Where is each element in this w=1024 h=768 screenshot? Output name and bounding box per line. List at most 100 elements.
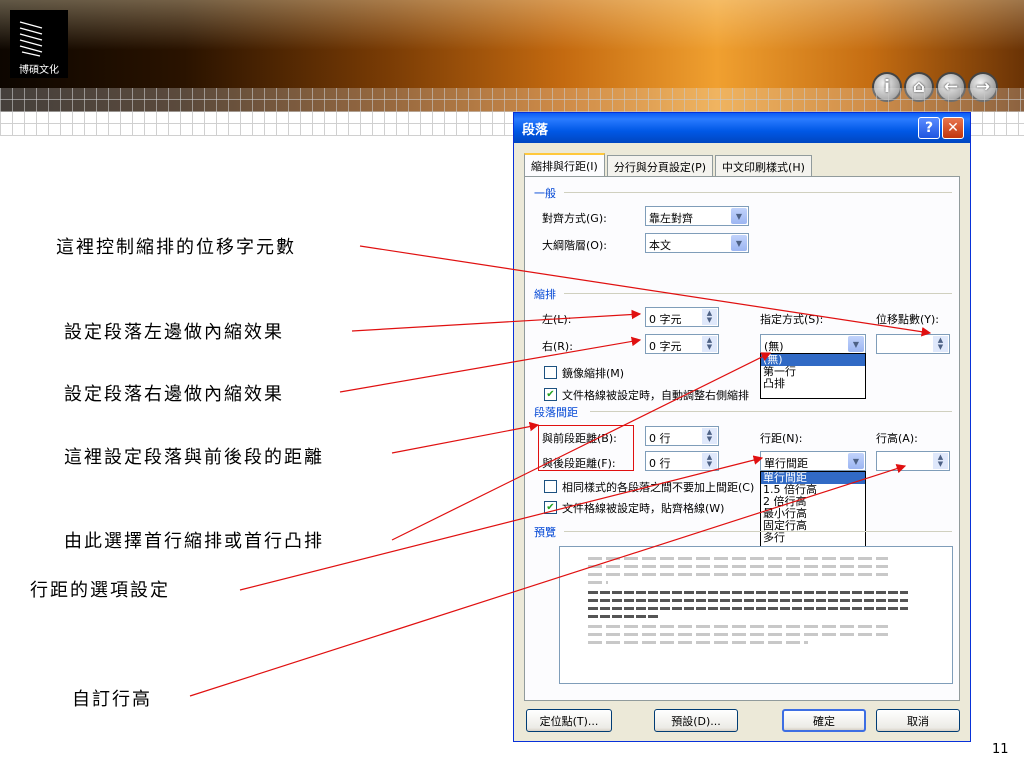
chevron-down-icon: ▼ xyxy=(731,235,747,251)
space-after-input[interactable]: 0 行 ▲ ▼ xyxy=(645,451,719,471)
annotation-paragraph-spacing: 這裡設定段落與前後段的距離 xyxy=(64,447,324,468)
line-spacing-value: 單行間距 xyxy=(764,457,808,470)
space-after-value: 0 行 xyxy=(649,457,671,470)
chevron-down-icon: ▼ xyxy=(731,208,747,224)
spinner-arrows-icon[interactable]: ▲ ▼ xyxy=(933,453,948,469)
left-indent-input[interactable]: 0 字元 ▲ ▼ xyxy=(645,307,719,327)
mirror-indent-label: 鏡像縮排(M) xyxy=(562,367,625,380)
help-button[interactable]: ? xyxy=(918,117,940,139)
right-indent-input[interactable]: 0 字元 ▲ ▼ xyxy=(645,334,719,354)
preview-text-line xyxy=(588,591,908,594)
annotation-line-spacing: 行距的選項設定 xyxy=(30,580,170,601)
indent-by-input[interactable]: ▲ ▼ xyxy=(876,334,950,354)
section-spacing: 段落間距 xyxy=(534,406,578,419)
preview-text-line xyxy=(588,607,908,610)
spinner-arrows-icon[interactable]: ▲ ▼ xyxy=(702,428,717,444)
preview-line xyxy=(588,557,888,560)
alignment-value: 靠左對齊 xyxy=(649,212,693,225)
annotation-left-indent: 設定段落左邊做內縮效果 xyxy=(64,322,284,343)
line-spacing-label: 行距(N): xyxy=(760,432,803,445)
close-button[interactable]: ✕ xyxy=(942,117,964,139)
tab-asian-typography[interactable]: 中文印刷樣式(H) xyxy=(715,155,812,177)
line-spacing-dropdown: 單行間距 1.5 倍行高 2 倍行高 最小行高 固定行高 多行 xyxy=(760,471,866,557)
dropdown-option[interactable]: 多行 xyxy=(761,532,865,544)
grid-strip-left xyxy=(0,112,514,136)
section-divider xyxy=(564,293,952,294)
spinner-arrows-icon[interactable]: ▲ ▼ xyxy=(702,309,717,325)
checkmark-icon: ✔ xyxy=(546,389,555,400)
publisher-logo: 博碩文化 xyxy=(10,10,68,78)
spinner-arrows-icon[interactable]: ▲ ▼ xyxy=(702,453,717,469)
left-indent-value: 0 字元 xyxy=(649,313,682,326)
space-after-label: 與後段距離(F): xyxy=(542,457,616,470)
space-before-value: 0 行 xyxy=(649,432,671,445)
preview-text-line xyxy=(588,599,908,602)
section-preview: 預覽 xyxy=(534,526,556,539)
space-before-input[interactable]: 0 行 ▲ ▼ xyxy=(645,426,719,446)
section-divider xyxy=(564,192,952,193)
space-before-label: 與前段距離(B): xyxy=(542,432,617,445)
alignment-label: 對齊方式(G): xyxy=(542,212,607,225)
no-space-checkbox[interactable] xyxy=(544,480,557,493)
preview-line xyxy=(588,625,888,628)
line-height-input[interactable]: ▲ ▼ xyxy=(876,451,950,471)
outline-level-label: 大綱階層(O): xyxy=(542,239,607,252)
header-shine xyxy=(0,0,1024,50)
outline-level-value: 本文 xyxy=(649,239,671,252)
section-general: 一般 xyxy=(534,187,556,200)
header-grid xyxy=(0,88,1024,112)
no-space-label: 相同樣式的各段落之間不要加上間距(C) xyxy=(562,481,755,494)
preview-text-line xyxy=(588,615,658,618)
ok-button[interactable]: 確定 xyxy=(782,709,866,732)
right-indent-label: 右(R): xyxy=(542,340,573,353)
annotation-first-line: 由此選擇首行縮排或首行凸排 xyxy=(64,531,324,552)
annotation-right-indent: 設定段落右邊做內縮效果 xyxy=(64,384,284,405)
annotation-indent-offset: 這裡控制縮排的位移字元數 xyxy=(56,237,296,258)
snap-grid-label: 文件格線被設定時，貼齊格線(W) xyxy=(562,502,725,515)
spinner-arrows-icon[interactable]: ▲ ▼ xyxy=(933,336,948,352)
annotation-custom-height: 自訂行高 xyxy=(72,689,152,710)
paragraph-dialog: 段落 ? ✕ 縮排與行距(I) 分行與分頁設定(P) 中文印刷樣式(H) 一般 … xyxy=(513,112,971,742)
snap-grid-checkbox[interactable]: ✔ xyxy=(544,501,557,514)
chevron-down-icon: ▼ xyxy=(848,336,864,352)
preview-line xyxy=(588,581,608,584)
tabs-button[interactable]: 定位點(T)... xyxy=(526,709,612,732)
dialog-title: 段落 xyxy=(522,123,549,138)
paragraph-preview xyxy=(559,546,953,684)
cancel-button[interactable]: 取消 xyxy=(876,709,960,732)
dialog-tabs: 縮排與行距(I) 分行與分頁設定(P) 中文印刷樣式(H) xyxy=(524,153,814,177)
section-divider xyxy=(590,411,952,412)
section-divider xyxy=(564,531,952,532)
preview-line xyxy=(588,565,888,568)
set-default-button[interactable]: 預設(D)... xyxy=(654,709,738,732)
preview-line xyxy=(588,641,808,644)
auto-adjust-label: 文件格線被設定時，自動調整右側縮排 xyxy=(562,389,749,402)
dropdown-option[interactable]: 凸排 xyxy=(761,378,865,390)
auto-adjust-checkbox[interactable]: ✔ xyxy=(544,388,557,401)
special-indent-dropdown: (無) 第一行 凸排 xyxy=(760,353,866,399)
section-indentation: 縮排 xyxy=(534,288,556,301)
outline-level-select[interactable]: 本文 ▼ xyxy=(645,233,749,253)
chevron-down-icon: ▼ xyxy=(848,453,864,469)
logo-text: 博碩文化 xyxy=(19,65,59,76)
line-height-label: 行高(A): xyxy=(876,432,918,445)
preview-line xyxy=(588,633,888,636)
page-number: 11 xyxy=(992,742,1009,757)
checkmark-icon: ✔ xyxy=(546,502,555,513)
grid-strip-right xyxy=(970,112,1024,136)
mirror-indent-checkbox[interactable] xyxy=(544,366,557,379)
left-indent-label: 左(L): xyxy=(542,313,572,326)
special-indent-select[interactable]: (無) ▼ xyxy=(760,334,866,354)
special-indent-label: 指定方式(S): xyxy=(760,313,824,326)
alignment-select[interactable]: 靠左對齊 ▼ xyxy=(645,206,749,226)
special-indent-value: (無) xyxy=(764,340,784,353)
line-spacing-select[interactable]: 單行間距 ▼ xyxy=(760,451,866,471)
tab-line-page-breaks[interactable]: 分行與分頁設定(P) xyxy=(606,155,714,177)
indent-by-label: 位移點數(Y): xyxy=(876,313,940,326)
right-indent-value: 0 字元 xyxy=(649,340,682,353)
dialog-titlebar: 段落 ? ✕ xyxy=(514,113,970,143)
tab-indents-spacing[interactable]: 縮排與行距(I) xyxy=(524,153,605,177)
preview-line xyxy=(588,573,888,576)
logo-mark-icon xyxy=(19,21,43,57)
spinner-arrows-icon[interactable]: ▲ ▼ xyxy=(702,336,717,352)
